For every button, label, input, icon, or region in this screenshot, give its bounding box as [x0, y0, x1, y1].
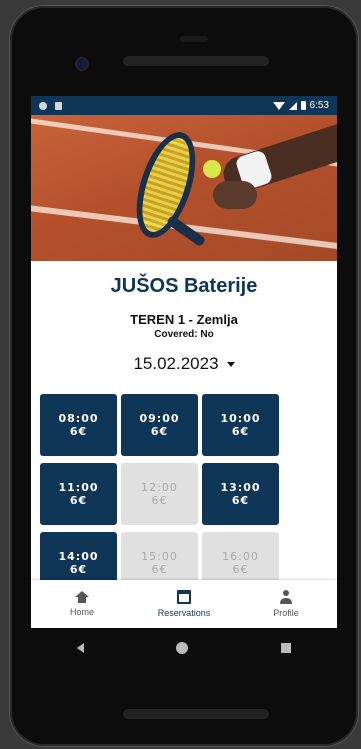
- notification-dot-icon: [39, 101, 47, 110]
- bottom-navigation: Home Reservations Profile: [31, 580, 337, 628]
- bottom-speaker: [123, 709, 269, 719]
- earpiece-speaker: [123, 56, 269, 66]
- dropdown-caret-icon: [226, 361, 235, 367]
- slot-price: 6€: [151, 494, 168, 507]
- back-icon[interactable]: [77, 643, 85, 653]
- time-slot-grid: 08:00 6€ 09:00 6€ 10:00 6€ 11:00 6€ 12:00 6€ …: [31, 394, 337, 594]
- slot-time: 13:00: [220, 481, 261, 494]
- time-slot[interactable]: 11:00 6€: [40, 463, 117, 525]
- time-slot[interactable]: 09:00 6€: [121, 394, 198, 456]
- slot-time: 08:00: [58, 412, 99, 425]
- slot-time: 16:00: [222, 550, 259, 563]
- nav-reservations-label: Reservations: [157, 608, 211, 618]
- wifi-icon: [272, 101, 285, 110]
- home-icon: [75, 591, 89, 603]
- front-camera: [77, 59, 87, 69]
- recent-apps-icon[interactable]: [280, 643, 291, 653]
- slot-time: 15:00: [141, 550, 178, 563]
- battery-icon: [300, 101, 306, 110]
- covered-status: Covered: No: [154, 329, 214, 340]
- status-time: 6:53: [309, 100, 329, 111]
- nav-profile-label: Profile: [273, 608, 299, 618]
- time-slot[interactable]: 13:00 6€: [202, 463, 279, 525]
- venue-details: JUŠOS Baterije TEREN 1 - Zemlja Covered:…: [31, 275, 337, 374]
- slot-time: 09:00: [139, 412, 180, 425]
- cell-signal-icon: [288, 101, 297, 110]
- slot-price: 6€: [232, 563, 249, 576]
- nav-reservations[interactable]: Reservations: [133, 580, 235, 628]
- status-bar: 6:53: [31, 96, 337, 115]
- system-navigation-bar: [31, 628, 337, 668]
- slot-time: 11:00: [58, 481, 99, 494]
- sd-card-icon: [55, 101, 62, 110]
- slot-price: 6€: [231, 494, 250, 507]
- slot-time: 10:00: [220, 412, 261, 425]
- player-hand: [213, 181, 257, 209]
- date-picker[interactable]: 15.02.2023: [133, 354, 235, 374]
- slot-price: 6€: [231, 425, 250, 438]
- slot-price: 6€: [69, 425, 88, 438]
- person-icon: [279, 590, 293, 604]
- home-button-icon[interactable]: [176, 642, 189, 654]
- slot-price: 6€: [150, 425, 169, 438]
- slot-price: 6€: [69, 563, 88, 576]
- slot-time: 12:00: [141, 481, 178, 494]
- phone-top-slot: [180, 36, 208, 42]
- nav-home-label: Home: [69, 607, 94, 617]
- venue-title: JUŠOS Baterije: [110, 275, 258, 297]
- nav-home[interactable]: Home: [31, 580, 133, 628]
- tennis-ball-icon: [203, 160, 221, 178]
- slot-price: 6€: [69, 494, 88, 507]
- calendar-icon: [177, 590, 191, 604]
- nav-profile[interactable]: Profile: [235, 580, 337, 628]
- slot-time: 14:00: [58, 550, 99, 563]
- time-slot-unavailable: 12:00 6€: [121, 463, 198, 525]
- hero-image-tennis: [31, 115, 337, 261]
- court-name: TEREN 1 - Zemlja: [130, 312, 238, 327]
- time-slot[interactable]: 10:00 6€: [202, 394, 279, 456]
- app-screen: 6:53 JUŠOS Baterije TEREN 1 - Zemlja Cov…: [31, 96, 337, 628]
- slot-price: 6€: [151, 563, 168, 576]
- selected-date: 15.02.2023: [133, 354, 219, 373]
- time-slot[interactable]: 08:00 6€: [40, 394, 117, 456]
